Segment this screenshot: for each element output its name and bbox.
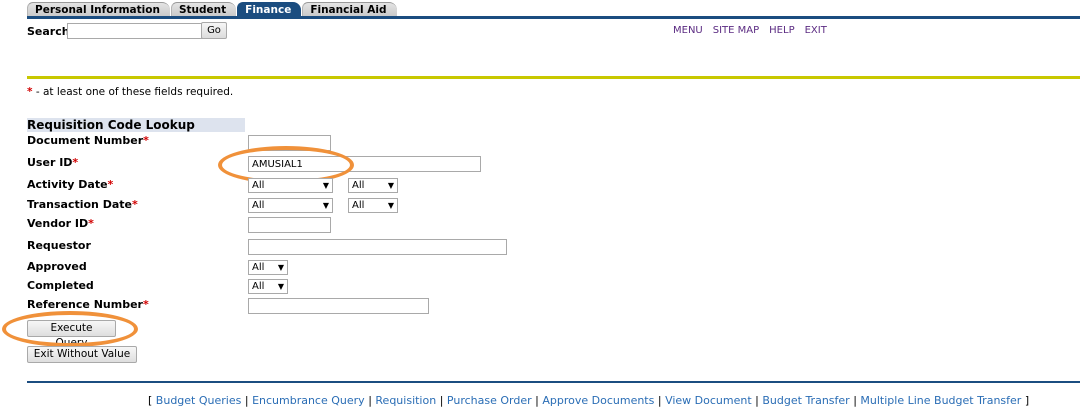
transaction-date-to-select[interactable]: All ▼ (348, 198, 398, 213)
completed-select[interactable]: All ▼ (248, 279, 288, 294)
tab-student[interactable]: Student (170, 2, 237, 17)
completed-label: Completed (27, 279, 94, 292)
tab-finance[interactable]: Finance (237, 2, 302, 17)
footer-link-budget-queries[interactable]: Budget Queries (156, 394, 242, 407)
go-button[interactable]: Go (201, 22, 227, 39)
footer-link-purchase-order[interactable]: Purchase Order (447, 394, 532, 407)
document-number-field[interactable] (248, 135, 331, 151)
transaction-date-label: Transaction Date* (27, 198, 138, 211)
footer-link-approve-documents[interactable]: Approve Documents (542, 394, 654, 407)
requestor-field[interactable] (248, 239, 507, 255)
footer-link-view-document[interactable]: View Document (665, 394, 752, 407)
reference-number-label: Reference Number* (27, 298, 149, 311)
exit-without-value-button[interactable]: Exit Without Value (27, 346, 137, 363)
activity-date-from-select[interactable]: All ▼ (248, 178, 333, 193)
menu-link[interactable]: MENU (673, 25, 703, 36)
section-divider (27, 76, 1080, 79)
footer-links: [ Budget Queries | Encumbrance Query | R… (148, 394, 1030, 407)
chevron-down-icon: ▼ (387, 201, 394, 210)
required-note-text: - at least one of these fields required. (32, 86, 234, 98)
chevron-down-icon: ▼ (387, 181, 394, 190)
activity-date-label: Activity Date* (27, 178, 114, 191)
footer-link-requisition[interactable]: Requisition (375, 394, 436, 407)
footer-link-encumbrance-query[interactable]: Encumbrance Query (252, 394, 365, 407)
approved-label: Approved (27, 260, 87, 273)
form-title: Requisition Code Lookup (27, 118, 245, 132)
chevron-down-icon: ▼ (277, 263, 284, 272)
nav-rule (27, 16, 1080, 19)
chevron-down-icon: ▼ (277, 282, 284, 291)
activity-date-to-select[interactable]: All ▼ (348, 178, 398, 193)
required-note: * - at least one of these fields require… (27, 86, 233, 98)
search-label: Search (27, 25, 70, 38)
footer-link-multiple-line-budget-transfer[interactable]: Multiple Line Budget Transfer (860, 394, 1021, 407)
vendor-id-label: Vendor ID* (27, 217, 94, 230)
approved-select[interactable]: All ▼ (248, 260, 288, 275)
footer-link-budget-transfer[interactable]: Budget Transfer (762, 394, 849, 407)
chevron-down-icon: ▼ (322, 181, 329, 190)
search-bar: Search Go MENU SITE MAP HELP EXIT (27, 22, 1080, 41)
requestor-label: Requestor (27, 239, 91, 252)
site-map-link[interactable]: SITE MAP (713, 25, 759, 36)
tab-financial-aid[interactable]: Financial Aid (302, 2, 397, 17)
vendor-id-field[interactable] (248, 217, 331, 233)
execute-query-button[interactable]: Execute Query (27, 320, 116, 349)
search-input[interactable] (67, 23, 204, 39)
reference-number-field[interactable] (248, 298, 429, 314)
exit-link[interactable]: EXIT (805, 25, 827, 36)
main-tabs: Personal Information Student Finance Fin… (27, 2, 398, 17)
footer-rule (27, 381, 1080, 383)
document-number-label: Document Number* (27, 134, 149, 147)
chevron-down-icon: ▼ (322, 201, 329, 210)
tab-personal-information[interactable]: Personal Information (27, 2, 170, 17)
user-id-field[interactable] (248, 156, 481, 172)
top-links: MENU SITE MAP HELP EXIT (673, 25, 837, 36)
help-link[interactable]: HELP (769, 25, 794, 36)
transaction-date-from-select[interactable]: All ▼ (248, 198, 333, 213)
user-id-label: User ID* (27, 156, 79, 169)
